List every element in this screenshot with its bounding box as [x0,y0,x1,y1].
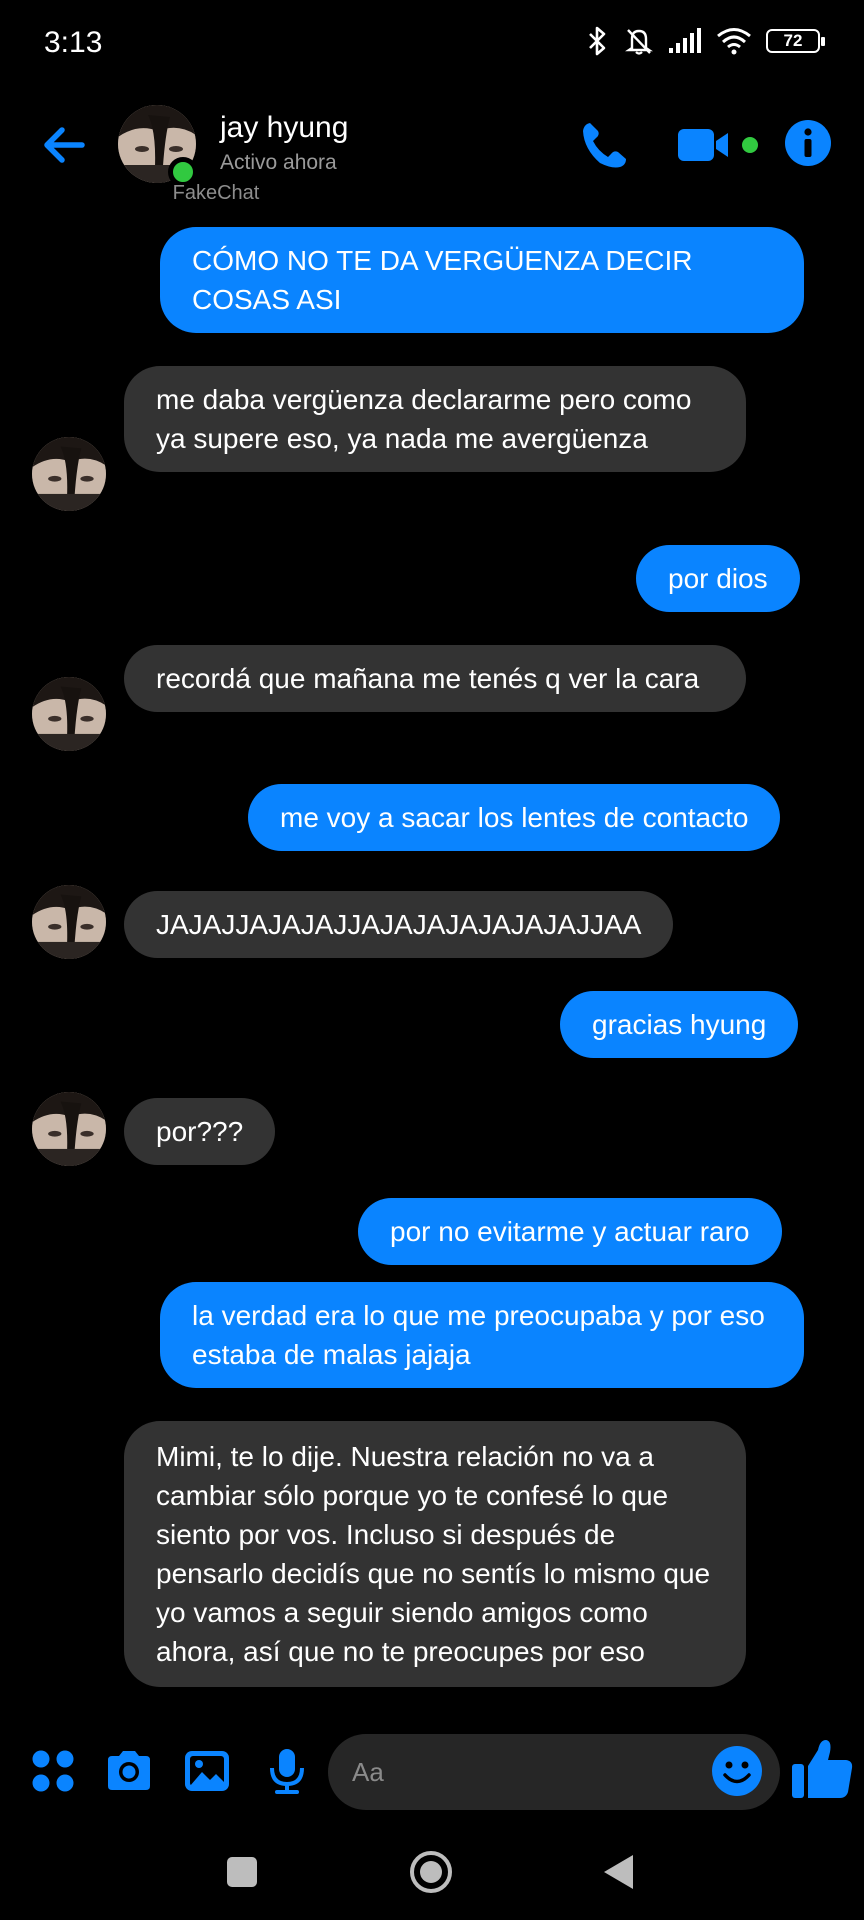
wifi-icon [717,28,751,55]
microphone-icon[interactable] [262,1746,312,1796]
status-bar: 3:13 72 [0,0,864,90]
status-icons: 72 [584,26,825,56]
contact-avatar-small [32,1092,106,1166]
contact-name[interactable]: jay hyung [220,111,348,145]
message-out[interactable]: CÓMO NO TE DA VERGÜENZA DECIR COSAS ASI [160,227,804,333]
message-input-box[interactable] [328,1734,780,1810]
video-call-icon[interactable] [678,123,732,167]
battery-icon: 72 [766,29,825,53]
message-in[interactable]: Mimi, te lo dije. Nuestra relación no va… [124,1421,746,1687]
back-nav-icon[interactable] [600,1852,636,1892]
message-out[interactable]: gracias hyung [560,991,799,1058]
message-in[interactable]: JAJAJJAJAJAJJAJAJAJAJAJAJAJJAA [124,891,674,958]
message-out[interactable]: por dios [636,545,800,612]
recents-icon[interactable] [224,1854,260,1890]
message-in[interactable]: me daba vergüenza declararme pero como y… [124,366,746,472]
battery-level: 72 [783,31,803,50]
status-time: 3:13 [44,26,103,59]
message-in[interactable]: recordá que mañana me tenés q ver la car… [124,645,746,712]
back-arrow-icon[interactable] [38,119,90,171]
emoji-icon[interactable] [710,1744,764,1798]
watermark: FakeChat [0,182,864,205]
composer-bar [0,1730,864,1815]
system-nav-bar [0,1820,864,1920]
signal-icon [669,28,701,53]
contact-avatar-small [32,885,106,959]
message-in[interactable]: por??? [124,1098,276,1165]
message-out[interactable]: por no evitarme y actuar raro [358,1198,782,1265]
contact-avatar-small [32,677,106,751]
phone-icon[interactable] [578,119,630,171]
message-input[interactable] [352,1734,682,1810]
watermark-text: FakeChat [172,182,260,204]
message-out[interactable]: me voy a sacar los lentes de contacto [248,784,781,851]
home-icon[interactable] [408,1849,454,1895]
bell-off-icon [625,29,653,55]
info-icon[interactable] [784,119,832,167]
chat-header: jay hyung Activo ahora [0,95,864,195]
camera-icon[interactable] [104,1746,154,1796]
video-active-dot [742,137,758,153]
bluetooth-icon [589,26,606,56]
contact-avatar-small [32,437,106,511]
apps-icon[interactable] [28,1746,78,1796]
gallery-icon[interactable] [182,1746,232,1796]
contact-status: Activo ahora [220,151,337,174]
message-out[interactable]: la verdad era lo que me preocupaba y por… [160,1282,804,1388]
thumbs-up-icon[interactable] [790,1736,854,1802]
